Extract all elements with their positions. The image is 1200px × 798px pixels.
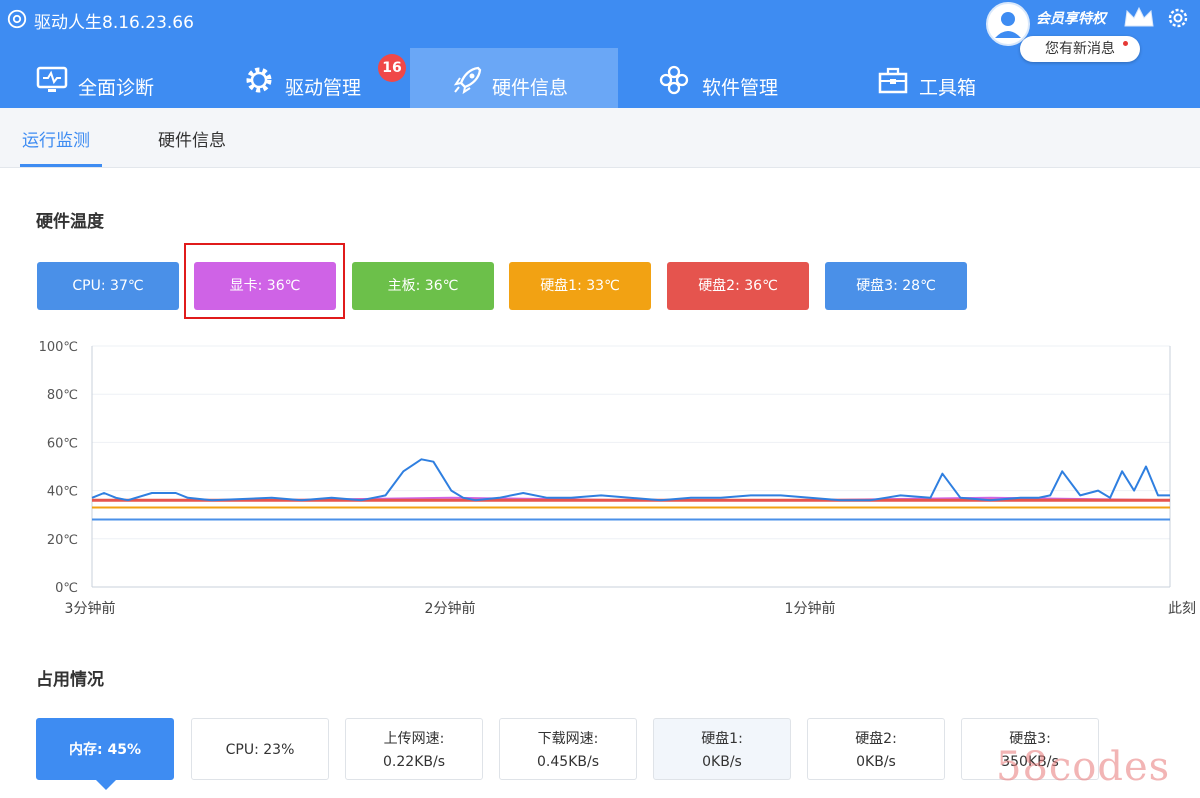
disk1-speed-card[interactable]: 硬盘1: 0KB/s bbox=[653, 718, 791, 780]
cpu-temperature-chip[interactable]: CPU: 37℃ bbox=[37, 262, 179, 310]
download-speed-title: 下载网速: bbox=[537, 731, 599, 747]
disk1-speed-value: 0KB/s bbox=[702, 754, 742, 770]
disk2-speed-title: 硬盘2: bbox=[855, 731, 897, 747]
x-tick-label: 3分钟前 bbox=[65, 600, 116, 617]
usage-section-title: 占用情况 bbox=[36, 670, 104, 690]
x-tick-label: 2分钟前 bbox=[425, 600, 476, 617]
subtab-runtime-monitor[interactable]: 运行监测 bbox=[22, 126, 90, 151]
temperature-section-title: 硬件温度 bbox=[36, 212, 104, 232]
x-tick-label: 此刻 bbox=[1168, 601, 1196, 617]
app-title: 驱动人生8.16.23.66 bbox=[34, 13, 194, 33]
crown-icon[interactable] bbox=[1122, 4, 1156, 30]
unread-dot bbox=[1123, 41, 1128, 46]
tab-hardware-info-label: 硬件信息 bbox=[492, 77, 569, 99]
upload-speed-value: 0.22KB/s bbox=[383, 754, 445, 770]
main-nav: 全面诊断 驱动管理 硬件信息 软件管理 工具箱 bbox=[0, 48, 1200, 108]
sub-nav: 运行监测 硬件信息 bbox=[0, 108, 1200, 168]
tab-hardware-info[interactable]: 硬件信息 bbox=[410, 48, 618, 108]
cpu-usage-card[interactable]: CPU: 23% bbox=[191, 718, 329, 780]
memory-usage-label: 内存: 45% bbox=[69, 742, 141, 758]
tab-driver-management-label: 驱动管理 bbox=[285, 77, 362, 99]
y-tick-label: 20℃ bbox=[47, 533, 78, 548]
tab-software-management[interactable]: 软件管理 bbox=[618, 48, 823, 108]
y-tick-label: 100℃ bbox=[39, 340, 78, 355]
active-card-pointer bbox=[96, 780, 116, 790]
driver-update-badge: 16 bbox=[378, 54, 406, 82]
new-message-bubble[interactable]: 您有新消息 bbox=[1020, 36, 1140, 62]
upload-speed-title: 上传网速: bbox=[383, 731, 445, 747]
tab-driver-management[interactable]: 驱动管理 bbox=[205, 48, 410, 108]
settings-gear-icon[interactable] bbox=[1166, 6, 1190, 30]
tab-toolbox-label: 工具箱 bbox=[919, 77, 977, 99]
disk1-speed-title: 硬盘1: bbox=[701, 731, 743, 747]
y-tick-label: 80℃ bbox=[47, 388, 78, 403]
tab-software-management-label: 软件管理 bbox=[702, 77, 779, 99]
disk2-temperature-chip[interactable]: 硬盘2: 36℃ bbox=[667, 262, 809, 310]
watermark-text: 58codes bbox=[996, 744, 1171, 790]
title-bar: 驱动人生8.16.23.66 会员享特权 bbox=[0, 0, 1200, 48]
disk3-temperature-chip[interactable]: 硬盘3: 28℃ bbox=[825, 262, 967, 310]
subtab-hardware-info[interactable]: 硬件信息 bbox=[158, 126, 226, 151]
memory-usage-card[interactable]: 内存: 45% bbox=[36, 718, 174, 780]
app-logo-icon bbox=[7, 9, 27, 29]
download-speed-card[interactable]: 下载网速: 0.45KB/s bbox=[499, 718, 637, 780]
disk1-temperature-chip[interactable]: 硬盘1: 33℃ bbox=[509, 262, 651, 310]
flower-icon bbox=[659, 65, 689, 95]
rocket-icon bbox=[453, 66, 482, 95]
y-tick-label: 0℃ bbox=[55, 581, 78, 596]
upload-speed-card[interactable]: 上传网速: 0.22KB/s bbox=[345, 718, 483, 780]
temperature-chart: 100℃ 80℃ 60℃ 40℃ 20℃ 0℃ 3分钟前 2分钟前 1分钟前 此刻 bbox=[39, 340, 1196, 617]
tab-diagnosis-label: 全面诊断 bbox=[78, 77, 155, 99]
gear-icon bbox=[246, 67, 272, 93]
y-tick-label: 60℃ bbox=[47, 436, 78, 451]
gpu-highlight-box bbox=[184, 243, 345, 319]
tab-diagnosis[interactable]: 全面诊断 bbox=[0, 48, 205, 108]
series-line bbox=[91, 458, 1170, 502]
disk2-speed-value: 0KB/s bbox=[856, 754, 896, 770]
disk2-speed-card[interactable]: 硬盘2: 0KB/s bbox=[807, 718, 945, 780]
x-tick-label: 1分钟前 bbox=[785, 600, 836, 617]
monitor-icon bbox=[36, 66, 68, 92]
toolbox-icon bbox=[878, 67, 908, 94]
user-icon bbox=[995, 12, 1021, 38]
vip-link[interactable]: 会员享特权 bbox=[1036, 8, 1106, 28]
cpu-usage-label: CPU: 23% bbox=[225, 742, 295, 758]
download-speed-value: 0.45KB/s bbox=[537, 754, 599, 770]
new-message-label: 您有新消息 bbox=[1045, 41, 1115, 57]
y-tick-label: 40℃ bbox=[47, 485, 78, 500]
active-subtab-indicator bbox=[20, 164, 102, 167]
motherboard-temperature-chip[interactable]: 主板: 36℃ bbox=[352, 262, 494, 310]
tab-toolbox[interactable]: 工具箱 bbox=[823, 48, 1023, 108]
